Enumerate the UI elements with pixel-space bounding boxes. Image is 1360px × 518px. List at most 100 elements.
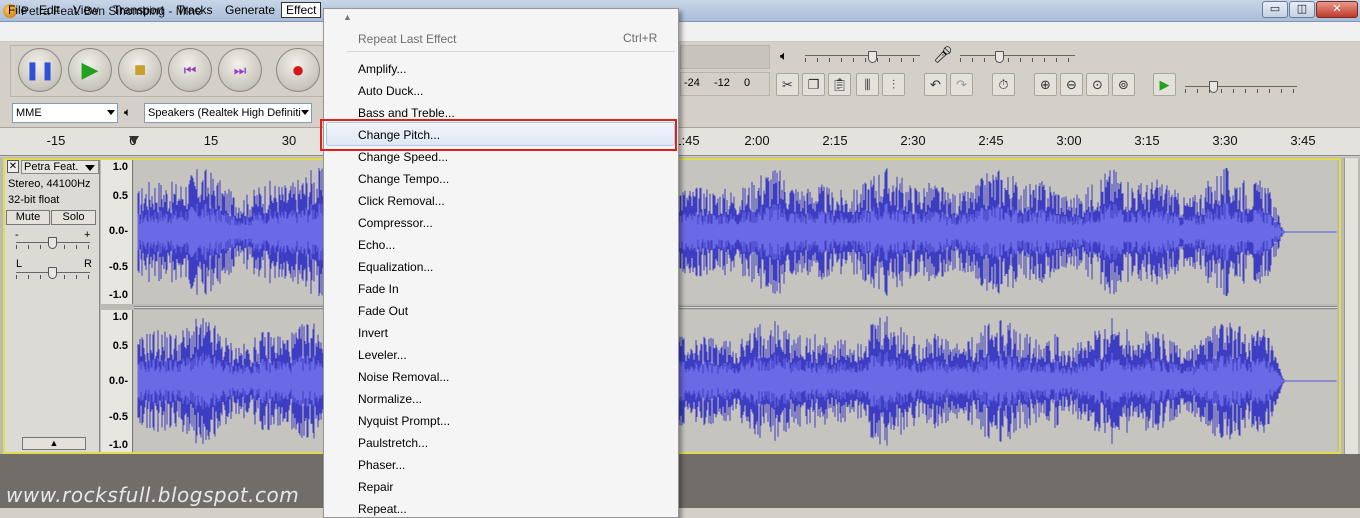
recording-volume-slider[interactable] [960, 55, 1075, 56]
ruler-label: 3:15 [1134, 133, 1160, 148]
menu-file[interactable]: File [4, 2, 31, 18]
menu-item-auto-duck[interactable]: Auto Duck... [358, 83, 423, 99]
waveform-graphic [137, 316, 1337, 446]
menu-item-compressor[interactable]: Compressor... [358, 215, 433, 231]
chevron-down-icon [301, 110, 309, 115]
collapse-track-button[interactable]: ▲ [22, 437, 86, 450]
menu-item-phaser[interactable]: Phaser... [358, 457, 405, 473]
fit-project-button[interactable]: ⊚ [1112, 73, 1135, 96]
speed-ticks [1185, 89, 1297, 93]
pause-button[interactable]: ❚❚ [18, 48, 62, 92]
microphone-icon: 🎤︎ [933, 47, 954, 64]
playback-volume-knob[interactable] [868, 51, 877, 63]
paste-button[interactable]: 📋︎ [828, 73, 851, 96]
skip-to-end-button[interactable]: ⏭ [218, 48, 262, 92]
menu-generate[interactable]: Generate [221, 2, 279, 18]
solo-button[interactable]: Solo [51, 210, 96, 225]
menu-item-nyquist-prompt[interactable]: Nyquist Prompt... [358, 413, 450, 429]
scale-label: 0.0- [109, 225, 128, 237]
play-icon: ▶ [81, 57, 99, 82]
waveform-left-channel[interactable] [134, 160, 1337, 304]
silence-button[interactable]: ⫶ [882, 73, 905, 96]
zoom-out-button[interactable]: ⊖ [1060, 73, 1083, 96]
menu-item-fade-out[interactable]: Fade Out [358, 303, 408, 319]
pan-right-label: R [84, 258, 92, 270]
play-speed-slider[interactable] [1185, 86, 1297, 87]
sync-lock-button[interactable]: ⏱ [992, 73, 1015, 96]
repeat-shortcut: Ctrl+R [623, 31, 658, 45]
trim-button[interactable]: ⫼ [856, 73, 879, 96]
stopwatch-icon: ⏱ [998, 76, 1009, 92]
vertical-scrollbar[interactable] [1344, 158, 1358, 454]
speaker-icon: 🔈︎ [780, 48, 788, 63]
menu-tracks[interactable]: Tracks [173, 2, 217, 18]
menu-item-fade-in[interactable]: Fade In [358, 281, 399, 297]
menu-item-echo[interactable]: Echo... [358, 237, 395, 253]
track-name-menu[interactable]: Petra Feat. [21, 160, 99, 174]
audio-host-select[interactable]: MME [12, 103, 118, 123]
zoom-in-button[interactable]: ⊕ [1034, 73, 1057, 96]
pan-left-label: L [16, 258, 23, 270]
menu-item-normalize[interactable]: Normalize... [358, 391, 422, 407]
meter-label: -12 [714, 77, 730, 89]
copy-icon: ❐ [807, 76, 820, 92]
copy-button[interactable]: ❐ [802, 73, 825, 96]
menu-item-change-speed[interactable]: Change Speed... [358, 149, 448, 165]
track-bit-depth: 32-bit float [8, 194, 60, 206]
play-at-speed-button[interactable]: ▶ [1153, 73, 1176, 96]
ruler-label: 2:15 [822, 133, 848, 148]
track-close-button[interactable]: ✕ [7, 160, 19, 173]
pause-icon: ❚❚ [24, 59, 56, 80]
menu-item-equalization[interactable]: Equalization... [358, 259, 433, 275]
menu-view[interactable]: View [69, 2, 103, 18]
pan-knob[interactable] [48, 267, 57, 279]
scale-label: -0.5 [109, 261, 128, 273]
silence-icon: ⫶ [891, 76, 896, 92]
maximize-button[interactable]: ◫ [1289, 1, 1315, 18]
menu-edit[interactable]: Edit [35, 2, 64, 18]
ruler-label: 2:30 [900, 133, 926, 148]
scale-label: -0.5 [109, 411, 128, 423]
track-format: Stereo, 44100Hz [8, 178, 91, 190]
skip-end-icon: ⏭ [233, 61, 247, 78]
skip-to-start-button[interactable]: ⏮ [168, 48, 212, 92]
cut-button[interactable]: ✂ [776, 73, 799, 96]
menu-item-noise-removal[interactable]: Noise Removal... [358, 369, 449, 385]
menu-item-leveler[interactable]: Leveler... [358, 347, 407, 363]
meter-label: 0 [744, 77, 751, 89]
play-speed-knob[interactable] [1209, 81, 1218, 93]
menu-item-amplify[interactable]: Amplify... [358, 61, 406, 77]
undo-button[interactable]: ↶ [924, 73, 947, 96]
menu-item-paulstretch[interactable]: Paulstretch... [358, 435, 428, 451]
meter-label: -24 [684, 77, 700, 89]
undo-icon: ↶ [930, 76, 941, 92]
menu-item-invert[interactable]: Invert [358, 325, 388, 341]
playback-volume-slider[interactable] [805, 55, 920, 56]
menu-item-repeat[interactable]: Repeat... [358, 501, 407, 517]
gain-knob[interactable] [48, 237, 57, 249]
menu-item-change-tempo[interactable]: Change Tempo... [358, 171, 449, 187]
menu-item-repair[interactable]: Repair [358, 479, 393, 495]
menu-item-click-removal[interactable]: Click Removal... [358, 193, 445, 209]
trim-icon: ⫼ [864, 76, 871, 92]
skip-start-icon: ⏮ [183, 61, 197, 78]
fit-selection-button[interactable]: ⊙ [1086, 73, 1109, 96]
stop-button[interactable]: ■ [118, 48, 162, 92]
menu-scroll-up-icon[interactable]: ▲ [343, 12, 352, 22]
recording-volume-knob[interactable] [995, 51, 1004, 63]
recording-meter[interactable] [680, 45, 770, 69]
record-button[interactable]: ● [276, 48, 320, 92]
playhead-marker[interactable] [129, 136, 139, 144]
minimize-button[interactable]: ▭ [1262, 1, 1288, 18]
close-button[interactable]: ✕ [1316, 1, 1358, 18]
scale-label: 0.5 [112, 190, 128, 202]
redo-button[interactable]: ↷ [950, 73, 973, 96]
output-device-select[interactable]: Speakers (Realtek High Definiti [144, 103, 312, 123]
menu-item-repeat-last-effect[interactable]: Repeat Last Effect [358, 31, 457, 47]
menu-effect[interactable]: Effect [281, 2, 322, 18]
mute-button[interactable]: Mute [6, 210, 50, 225]
play-button[interactable]: ▶ [68, 48, 112, 92]
waveform-right-channel[interactable] [134, 310, 1337, 452]
menu-transport[interactable]: Transport [109, 2, 168, 18]
scale-label: 1.0 [112, 311, 128, 323]
